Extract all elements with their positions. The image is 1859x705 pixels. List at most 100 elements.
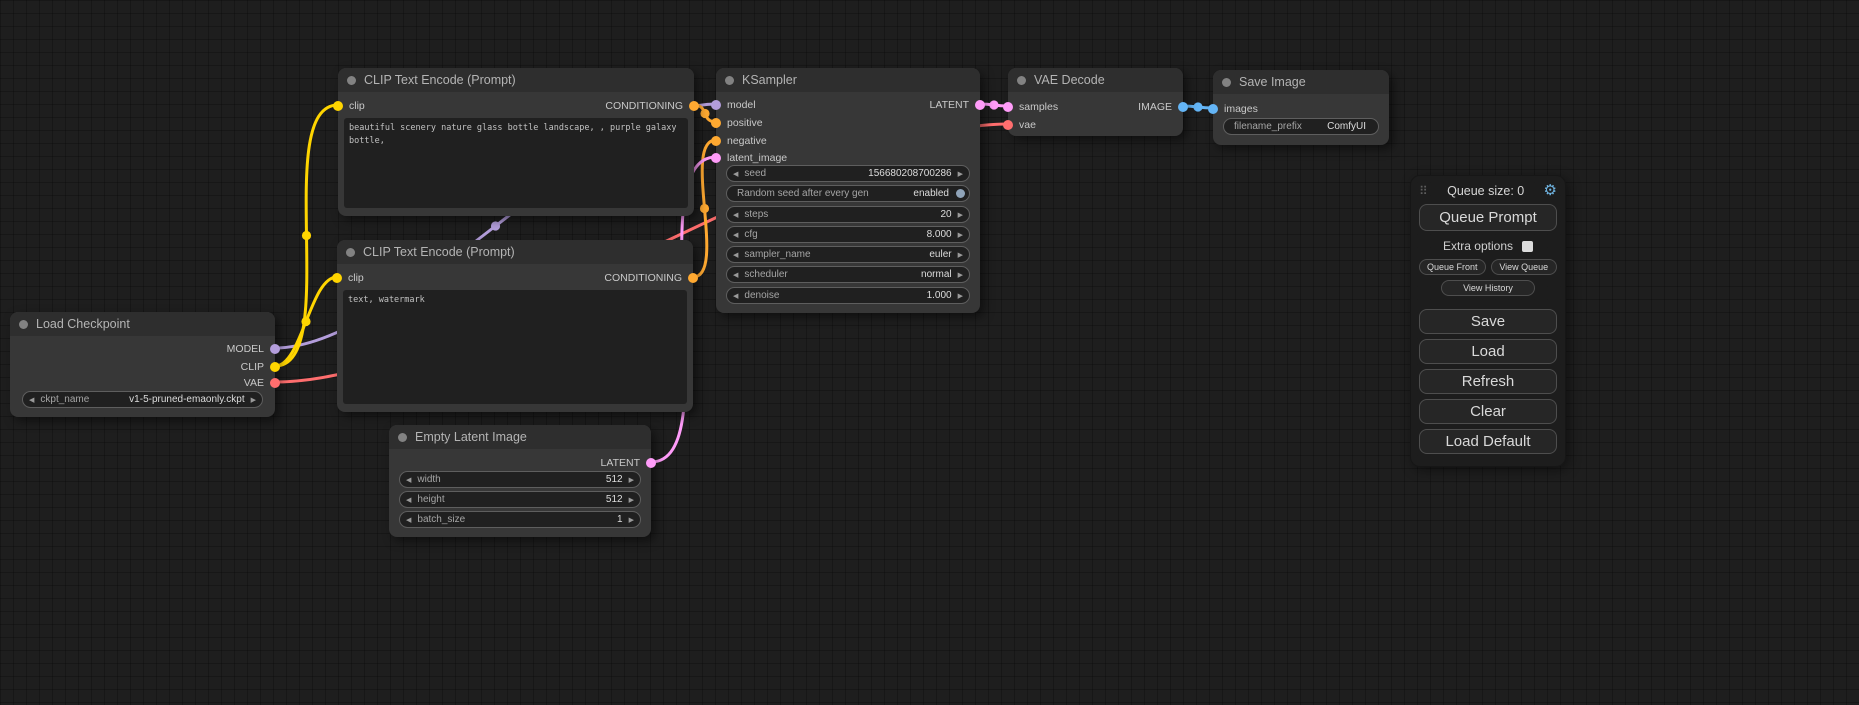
increment-arrow-icon[interactable]: ▶	[952, 231, 969, 239]
widget-cfg[interactable]: ◀ cfg 8.000 ▶	[726, 226, 970, 243]
node-load-checkpoint[interactable]: Load Checkpoint MODEL CLIP VAE ◀ ckpt_na…	[10, 312, 275, 417]
output-slot-conditioning[interactable]: CONDITIONING	[605, 100, 699, 111]
settings-gear-icon[interactable]: ⚙	[1544, 183, 1557, 198]
output-slot-model[interactable]: MODEL	[227, 343, 280, 354]
slot-dot-image[interactable]	[1208, 104, 1218, 114]
negative-prompt-textarea[interactable]: text, watermark	[343, 290, 687, 404]
slot-dot-conditioning[interactable]	[711, 136, 721, 146]
node-collapse-dot[interactable]	[725, 76, 734, 85]
output-slot-latent[interactable]: LATENT	[930, 99, 985, 110]
node-empty-latent-image[interactable]: Empty Latent Image LATENT ◀ width 512 ▶ …	[389, 425, 651, 537]
node-header[interactable]: KSampler	[716, 68, 980, 92]
refresh-button[interactable]: Refresh	[1419, 369, 1557, 394]
node-vae-decode[interactable]: VAE Decode samples vae IMAGE	[1008, 68, 1183, 136]
decrement-arrow-icon[interactable]: ◀	[727, 292, 744, 300]
extra-options-checkbox[interactable]	[1522, 241, 1533, 252]
increment-arrow-icon[interactable]: ▶	[952, 251, 969, 259]
increment-arrow-icon[interactable]: ▶	[952, 271, 969, 279]
queue-prompt-button[interactable]: Queue Prompt	[1419, 204, 1557, 231]
node-clip-text-encode-positive[interactable]: CLIP Text Encode (Prompt) clip CONDITION…	[338, 68, 694, 216]
output-slot-image[interactable]: IMAGE	[1138, 101, 1188, 112]
increment-arrow-icon[interactable]: ▶	[952, 170, 969, 178]
load-default-button[interactable]: Load Default	[1419, 429, 1557, 454]
output-slot-vae[interactable]: VAE	[244, 377, 280, 388]
input-slot-samples[interactable]: samples	[1003, 101, 1058, 112]
slot-dot-conditioning[interactable]	[689, 101, 699, 111]
decrement-arrow-icon[interactable]: ◀	[23, 396, 40, 404]
increment-arrow-icon[interactable]: ▶	[245, 396, 262, 404]
widget-width[interactable]: ◀ width 512 ▶	[399, 471, 641, 488]
widget-seed[interactable]: ◀ seed 156680208700286 ▶	[726, 165, 970, 182]
widget-random-seed-toggle[interactable]: Random seed after every gen enabled	[726, 185, 970, 202]
output-slot-clip[interactable]: CLIP	[241, 361, 280, 372]
decrement-arrow-icon[interactable]: ◀	[400, 516, 417, 524]
slot-dot-latent[interactable]	[1003, 102, 1013, 112]
input-slot-negative[interactable]: negative	[711, 135, 767, 146]
save-button[interactable]: Save	[1419, 309, 1557, 334]
node-header[interactable]: Save Image	[1213, 70, 1389, 94]
slot-dot-clip[interactable]	[270, 362, 280, 372]
widget-sampler-name[interactable]: ◀ sampler_name euler ▶	[726, 246, 970, 263]
decrement-arrow-icon[interactable]: ◀	[727, 211, 744, 219]
output-slot-conditioning[interactable]: CONDITIONING	[604, 272, 698, 283]
slot-dot-conditioning[interactable]	[711, 118, 721, 128]
decrement-arrow-icon[interactable]: ◀	[727, 271, 744, 279]
widget-height[interactable]: ◀ height 512 ▶	[399, 491, 641, 508]
input-slot-vae[interactable]: vae	[1003, 119, 1036, 130]
increment-arrow-icon[interactable]: ▶	[623, 476, 640, 484]
load-button[interactable]: Load	[1419, 339, 1557, 364]
decrement-arrow-icon[interactable]: ◀	[727, 170, 744, 178]
node-collapse-dot[interactable]	[1222, 78, 1231, 87]
decrement-arrow-icon[interactable]: ◀	[400, 496, 417, 504]
node-collapse-dot[interactable]	[347, 76, 356, 85]
node-collapse-dot[interactable]	[398, 433, 407, 442]
slot-dot-image[interactable]	[1178, 102, 1188, 112]
node-header[interactable]: Load Checkpoint	[10, 312, 275, 336]
queue-front-button[interactable]: Queue Front	[1419, 259, 1486, 275]
slot-dot-clip[interactable]	[332, 273, 342, 283]
input-slot-positive[interactable]: positive	[711, 117, 763, 128]
slot-dot-vae[interactable]	[1003, 120, 1013, 130]
input-slot-clip[interactable]: clip	[332, 272, 364, 283]
increment-arrow-icon[interactable]: ▶	[623, 496, 640, 504]
widget-batch-size[interactable]: ◀ batch_size 1 ▶	[399, 511, 641, 528]
input-slot-model[interactable]: model	[711, 99, 756, 110]
view-queue-button[interactable]: View Queue	[1491, 259, 1558, 275]
slot-dot-latent[interactable]	[711, 153, 721, 163]
output-slot-latent[interactable]: LATENT	[601, 457, 656, 468]
widget-denoise[interactable]: ◀ denoise 1.000 ▶	[726, 287, 970, 304]
decrement-arrow-icon[interactable]: ◀	[727, 231, 744, 239]
clear-button[interactable]: Clear	[1419, 399, 1557, 424]
node-ksampler[interactable]: KSampler model positive negative latent_…	[716, 68, 980, 313]
widget-filename-prefix[interactable]: filename_prefix ComfyUI	[1223, 118, 1379, 135]
slot-dot-latent[interactable]	[975, 100, 985, 110]
slot-dot-conditioning[interactable]	[688, 273, 698, 283]
increment-arrow-icon[interactable]: ▶	[952, 292, 969, 300]
slot-dot-model[interactable]	[270, 344, 280, 354]
node-header[interactable]: CLIP Text Encode (Prompt)	[338, 68, 694, 92]
graph-canvas[interactable]: Load Checkpoint MODEL CLIP VAE ◀ ckpt_na…	[0, 0, 1859, 705]
slot-dot-model[interactable]	[711, 100, 721, 110]
node-collapse-dot[interactable]	[1017, 76, 1026, 85]
widget-scheduler[interactable]: ◀ scheduler normal ▶	[726, 266, 970, 283]
node-header[interactable]: CLIP Text Encode (Prompt)	[337, 240, 693, 264]
toggle-knob[interactable]	[956, 189, 965, 198]
increment-arrow-icon[interactable]: ▶	[952, 211, 969, 219]
node-header[interactable]: Empty Latent Image	[389, 425, 651, 449]
widget-steps[interactable]: ◀ steps 20 ▶	[726, 206, 970, 223]
positive-prompt-textarea[interactable]: beautiful scenery nature glass bottle la…	[344, 118, 688, 208]
widget-ckpt-name[interactable]: ◀ ckpt_name v1-5-pruned-emaonly.ckpt ▶	[22, 391, 263, 408]
slot-dot-clip[interactable]	[333, 101, 343, 111]
slot-dot-vae[interactable]	[270, 378, 280, 388]
menu-drag-handle-icon[interactable]: ⠿	[1419, 184, 1428, 198]
view-history-button[interactable]: View History	[1441, 280, 1535, 296]
input-slot-clip[interactable]: clip	[333, 100, 365, 111]
increment-arrow-icon[interactable]: ▶	[623, 516, 640, 524]
node-save-image[interactable]: Save Image images filename_prefix ComfyU…	[1213, 70, 1389, 145]
decrement-arrow-icon[interactable]: ◀	[727, 251, 744, 259]
input-slot-latent-image[interactable]: latent_image	[711, 152, 787, 163]
input-slot-images[interactable]: images	[1208, 103, 1258, 114]
node-collapse-dot[interactable]	[346, 248, 355, 257]
node-header[interactable]: VAE Decode	[1008, 68, 1183, 92]
node-clip-text-encode-negative[interactable]: CLIP Text Encode (Prompt) clip CONDITION…	[337, 240, 693, 412]
